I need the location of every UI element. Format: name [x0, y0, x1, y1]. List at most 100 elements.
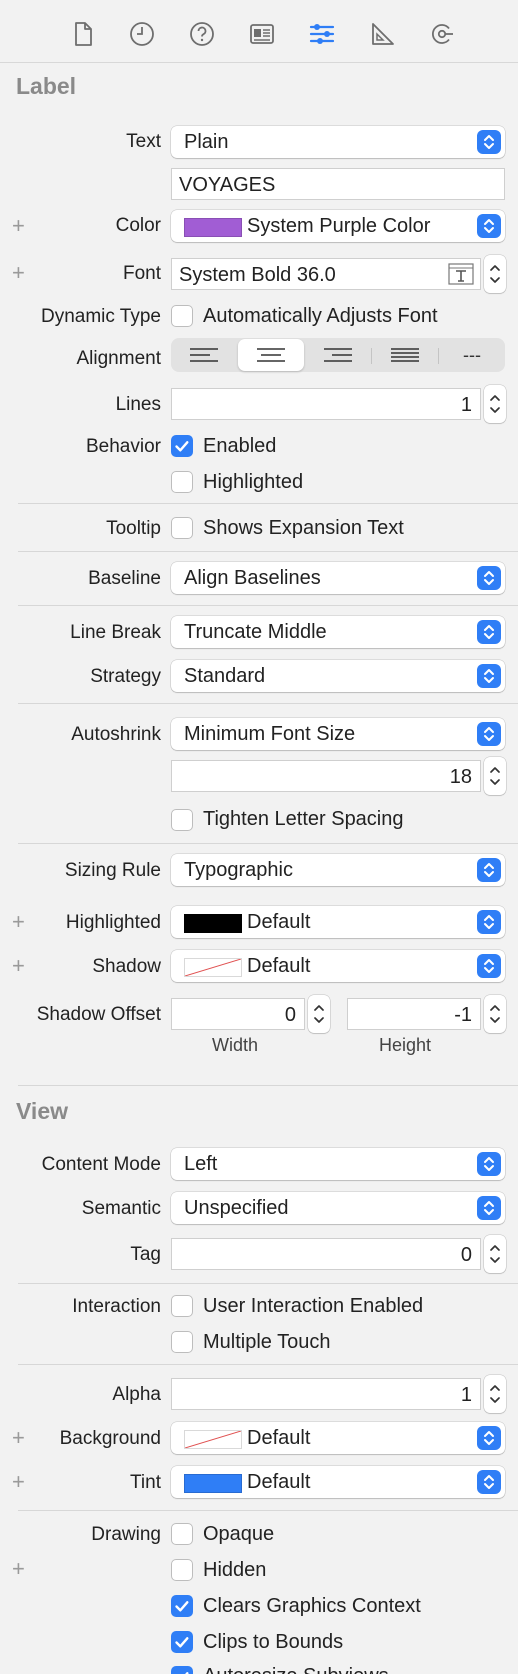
add-variation-icon[interactable]: +: [12, 955, 25, 977]
highlighted-checkbox[interactable]: [171, 471, 193, 493]
tooltip-checkbox[interactable]: [171, 517, 193, 539]
chevron-updown-icon: [477, 1426, 501, 1450]
multiple-touch-checkbox[interactable]: [171, 1331, 193, 1353]
shadow-offset-width-stepper[interactable]: [308, 995, 330, 1033]
color-popup[interactable]: System Purple Color: [171, 210, 505, 242]
separator: [18, 1085, 518, 1086]
text-content-value: VOYAGES: [179, 174, 276, 196]
shadow-offset-width-value: 0: [284, 1004, 296, 1026]
tint-value: Default: [247, 1471, 311, 1493]
strategy-popup[interactable]: Standard: [171, 660, 505, 692]
color-swatch: [184, 1474, 242, 1493]
add-variation-icon[interactable]: +: [12, 262, 25, 284]
font-size-stepper[interactable]: [484, 255, 506, 293]
text-type-popup[interactable]: Plain: [171, 126, 505, 158]
attributes-icon[interactable]: [304, 16, 340, 52]
semantic-popup[interactable]: Unspecified: [171, 1192, 505, 1224]
min-font-size-field[interactable]: 18: [171, 760, 481, 792]
sizing-rule-label: Sizing Rule: [64, 860, 161, 881]
alpha-value: 1: [460, 1384, 472, 1406]
add-variation-icon[interactable]: +: [12, 1558, 25, 1580]
no-color-swatch: [184, 958, 242, 977]
sizing-rule-popup[interactable]: Typographic: [171, 854, 505, 886]
lines-stepper[interactable]: [484, 385, 506, 423]
interaction-label: Interaction: [72, 1296, 161, 1317]
tooltip-option: Shows Expansion Text: [203, 517, 404, 539]
add-variation-icon[interactable]: +: [12, 1471, 25, 1493]
ruler-icon[interactable]: [364, 16, 400, 52]
inspector-toolbar: [0, 0, 518, 63]
shadow-offset-height-field[interactable]: -1: [347, 998, 481, 1030]
tag-field[interactable]: 0: [171, 1238, 481, 1270]
background-value: Default: [247, 1427, 311, 1449]
font-label: Font: [122, 263, 161, 284]
enabled-checkbox[interactable]: [171, 435, 193, 457]
identity-icon[interactable]: [244, 16, 280, 52]
chevron-updown-icon: [477, 1470, 501, 1494]
chevron-updown-icon: [477, 910, 501, 934]
highlighted-color-label: Highlighted: [65, 912, 161, 933]
align-left-icon[interactable]: [171, 338, 237, 372]
baseline-label: Baseline: [88, 568, 161, 589]
separator: [18, 551, 518, 552]
separator: [18, 703, 518, 704]
enabled-option: Enabled: [203, 435, 277, 457]
line-break-popup[interactable]: Truncate Middle: [171, 616, 505, 648]
tag-label: Tag: [130, 1244, 161, 1265]
font-field[interactable]: System Bold 36.0: [171, 258, 481, 290]
highlighted-color-value: Default: [247, 911, 311, 933]
clips-to-bounds-checkbox[interactable]: [171, 1631, 193, 1653]
tint-popup[interactable]: Default: [171, 1466, 505, 1498]
help-icon[interactable]: [184, 16, 220, 52]
highlighted-color-popup[interactable]: Default: [171, 906, 505, 938]
tint-label: Tint: [130, 1472, 161, 1493]
connections-icon[interactable]: [424, 16, 460, 52]
section-title-label: Label: [16, 73, 77, 99]
file-icon[interactable]: [64, 16, 100, 52]
strategy-value: Standard: [184, 665, 266, 687]
opaque-checkbox[interactable]: [171, 1523, 193, 1545]
align-center-icon[interactable]: [238, 339, 304, 371]
shadow-offset-height-stepper[interactable]: [484, 995, 506, 1033]
chevron-updown-icon: [477, 130, 501, 154]
content-mode-value: Left: [184, 1153, 218, 1175]
tag-stepper[interactable]: [484, 1235, 506, 1273]
color-swatch: [184, 218, 242, 237]
lines-field[interactable]: 1: [171, 388, 481, 420]
semantic-value: Unspecified: [184, 1197, 289, 1219]
shadow-offset-width-field[interactable]: 0: [171, 998, 305, 1030]
text-content-field[interactable]: VOYAGES: [171, 168, 505, 200]
min-font-size-stepper[interactable]: [484, 757, 506, 795]
add-variation-icon[interactable]: +: [12, 911, 25, 933]
separator: [18, 1364, 518, 1365]
content-mode-popup[interactable]: Left: [171, 1148, 505, 1180]
autoshrink-popup[interactable]: Minimum Font Size: [171, 718, 505, 750]
drawing-label: Drawing: [91, 1524, 161, 1545]
baseline-popup[interactable]: Align Baselines: [171, 562, 505, 594]
tighten-checkbox[interactable]: [171, 809, 193, 831]
align-right-icon[interactable]: [305, 338, 371, 372]
add-variation-icon[interactable]: +: [12, 215, 25, 237]
opaque-option: Opaque: [203, 1523, 275, 1545]
user-interaction-checkbox[interactable]: [171, 1295, 193, 1317]
hidden-checkbox[interactable]: [171, 1559, 193, 1581]
chevron-updown-icon: [477, 664, 501, 688]
align-natural-icon[interactable]: ---: [439, 338, 505, 372]
chevron-updown-icon: [477, 954, 501, 978]
baseline-value: Align Baselines: [184, 567, 321, 589]
alpha-stepper[interactable]: [484, 1375, 506, 1413]
shadow-popup[interactable]: Default: [171, 950, 505, 982]
chevron-updown-icon: [477, 214, 501, 238]
autoresize-checkbox[interactable]: [171, 1666, 193, 1674]
align-justified-icon[interactable]: [372, 338, 438, 372]
user-interaction-option: User Interaction Enabled: [203, 1295, 424, 1317]
clears-context-checkbox[interactable]: [171, 1595, 193, 1617]
font-picker-icon[interactable]: [448, 262, 474, 286]
dynamic-type-option: Automatically Adjusts Font: [203, 305, 438, 327]
dynamic-type-checkbox[interactable]: [171, 305, 193, 327]
add-variation-icon[interactable]: +: [12, 1427, 25, 1449]
clock-icon[interactable]: [124, 16, 160, 52]
alpha-field[interactable]: 1: [171, 1378, 481, 1410]
shadow-label: Shadow: [92, 956, 161, 977]
background-popup[interactable]: Default: [171, 1422, 505, 1454]
